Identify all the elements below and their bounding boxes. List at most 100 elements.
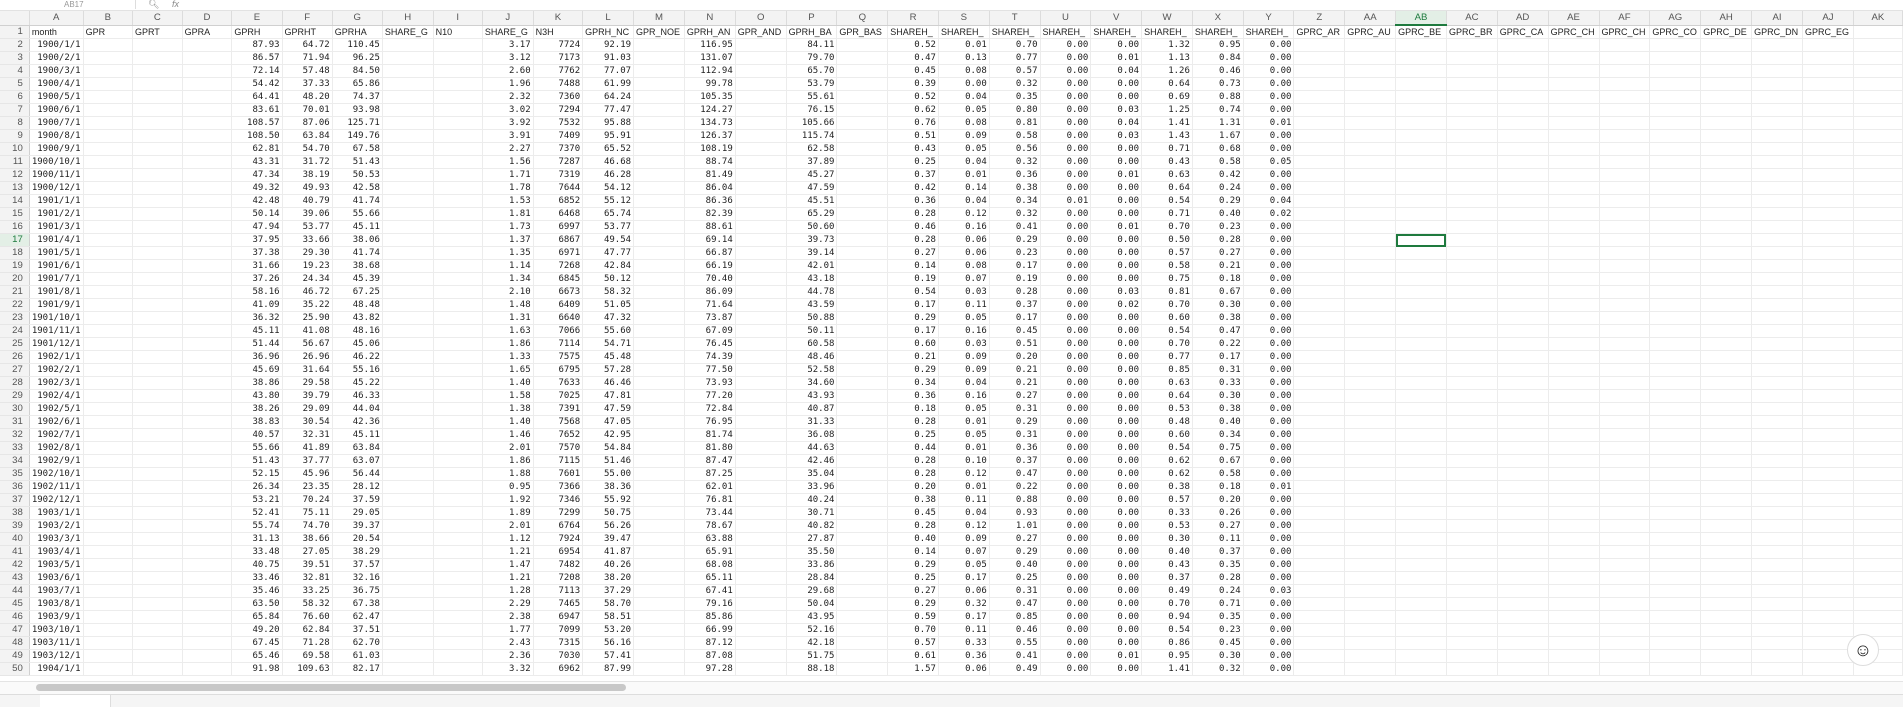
cell[interactable]: 50.14 xyxy=(231,207,283,221)
cell[interactable]: 2.38 xyxy=(482,610,534,624)
cell[interactable] xyxy=(1344,571,1397,585)
cell[interactable] xyxy=(1853,610,1903,624)
cell[interactable]: 63.84 xyxy=(332,441,383,455)
cell[interactable] xyxy=(633,558,685,572)
cell[interactable] xyxy=(633,480,685,494)
cell[interactable] xyxy=(836,584,889,598)
cell[interactable] xyxy=(633,77,685,91)
cell[interactable]: 46.22 xyxy=(332,350,383,364)
cell[interactable]: 31.33 xyxy=(786,415,838,429)
cell[interactable] xyxy=(382,545,434,559)
cell[interactable] xyxy=(1802,623,1854,637)
cell[interactable]: 0.36 xyxy=(989,441,1041,455)
cell[interactable]: 0.45 xyxy=(887,64,939,78)
cell[interactable] xyxy=(433,662,483,676)
cell[interactable] xyxy=(1446,285,1498,299)
cell[interactable]: 36.32 xyxy=(231,311,283,325)
cell[interactable] xyxy=(132,324,183,338)
cell[interactable]: 66.87 xyxy=(684,246,736,260)
cell[interactable] xyxy=(132,454,183,468)
cell[interactable] xyxy=(1497,467,1549,481)
cell[interactable] xyxy=(1395,506,1447,520)
cell[interactable] xyxy=(836,415,889,429)
cell[interactable] xyxy=(1751,272,1803,286)
cell[interactable]: 0.54 xyxy=(1141,441,1193,455)
cell[interactable] xyxy=(1395,402,1447,416)
cell[interactable]: 33.46 xyxy=(231,571,283,585)
cell[interactable]: 1901/11/1 xyxy=(29,324,84,338)
cell[interactable]: 33.48 xyxy=(231,545,283,559)
cell[interactable] xyxy=(433,155,483,169)
cell[interactable] xyxy=(1548,103,1600,117)
cell[interactable]: 41.87 xyxy=(582,545,635,559)
cell[interactable] xyxy=(1497,623,1549,637)
cell[interactable] xyxy=(1293,376,1346,390)
cell[interactable] xyxy=(1344,363,1397,377)
cell[interactable]: 45.11 xyxy=(231,324,283,338)
cell[interactable]: 3.02 xyxy=(482,103,534,117)
cell[interactable] xyxy=(633,38,685,52)
cell[interactable] xyxy=(1395,142,1447,156)
cell[interactable]: 3.32 xyxy=(482,662,534,676)
cell[interactable]: 3.17 xyxy=(482,38,534,52)
cell[interactable] xyxy=(1344,259,1397,273)
cell[interactable] xyxy=(182,324,233,338)
cell[interactable]: 0.34 xyxy=(1192,428,1244,442)
cell[interactable] xyxy=(836,441,889,455)
cell[interactable] xyxy=(1751,441,1803,455)
cell[interactable] xyxy=(735,246,787,260)
cell[interactable] xyxy=(83,389,133,403)
cell[interactable]: 70.24 xyxy=(282,493,333,507)
cell[interactable] xyxy=(633,233,685,247)
cell[interactable] xyxy=(1802,545,1854,559)
cell[interactable] xyxy=(1548,649,1600,663)
column-header[interactable]: R xyxy=(887,11,939,26)
cell[interactable]: 1.78 xyxy=(482,181,534,195)
cell[interactable]: 43.31 xyxy=(231,155,283,169)
cell[interactable] xyxy=(1395,155,1447,169)
cell[interactable]: 65.11 xyxy=(684,571,736,585)
cell[interactable]: 0.00 xyxy=(1243,324,1295,338)
cell[interactable]: 0.00 xyxy=(1243,129,1295,143)
cell[interactable]: 0.71 xyxy=(1141,207,1193,221)
cell[interactable]: 0.00 xyxy=(1243,597,1295,611)
cell[interactable] xyxy=(182,207,233,221)
cell[interactable]: 63.84 xyxy=(282,129,333,143)
cell[interactable]: 0.32 xyxy=(989,155,1041,169)
cell[interactable]: 0.36 xyxy=(989,168,1041,182)
cell[interactable] xyxy=(1853,376,1903,390)
cell[interactable] xyxy=(182,415,233,429)
cell[interactable]: 35.50 xyxy=(786,545,838,559)
cell[interactable]: 0.02 xyxy=(1243,207,1295,221)
cell[interactable]: 33.96 xyxy=(786,480,838,494)
cell[interactable]: 72.84 xyxy=(684,402,736,416)
cell[interactable] xyxy=(633,220,685,234)
cell[interactable] xyxy=(83,38,133,52)
cell[interactable] xyxy=(132,38,183,52)
cell[interactable]: 7762 xyxy=(533,64,584,78)
cell[interactable]: 0.00 xyxy=(1090,350,1143,364)
cell[interactable] xyxy=(1853,25,1903,39)
cell[interactable]: 45.69 xyxy=(231,363,283,377)
cell[interactable]: 0.00 xyxy=(1243,649,1295,663)
cell[interactable]: 0.14 xyxy=(938,181,990,195)
cell[interactable]: 1900/10/1 xyxy=(29,155,84,169)
cell[interactable] xyxy=(836,77,889,91)
cell[interactable] xyxy=(1751,298,1803,312)
cell[interactable]: 40.57 xyxy=(231,428,283,442)
cell[interactable]: 50.88 xyxy=(786,311,838,325)
cell[interactable] xyxy=(182,571,233,585)
cell[interactable]: 0.27 xyxy=(1192,519,1244,533)
cell[interactable] xyxy=(1853,298,1903,312)
cell[interactable]: 31.13 xyxy=(231,532,283,546)
cell[interactable]: 0.17 xyxy=(938,610,990,624)
cell[interactable] xyxy=(1344,649,1397,663)
cell[interactable]: 45.11 xyxy=(332,220,383,234)
column-header[interactable]: AI xyxy=(1751,11,1803,26)
cell[interactable] xyxy=(1802,363,1854,377)
cell[interactable] xyxy=(433,493,483,507)
cell[interactable] xyxy=(1548,90,1600,104)
cell[interactable]: 69.14 xyxy=(684,233,736,247)
cell[interactable]: 0.00 xyxy=(1040,467,1092,481)
cell[interactable]: 0.00 xyxy=(1040,259,1092,273)
